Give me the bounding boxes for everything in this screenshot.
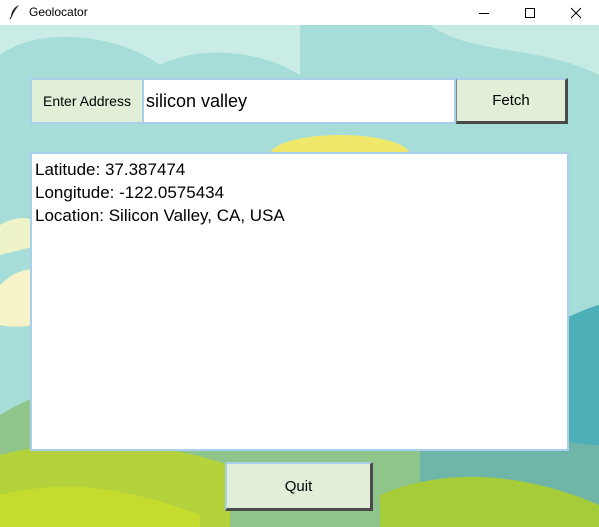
address-input[interactable] [142,78,456,124]
minimize-button[interactable] [461,0,507,25]
minimize-icon [479,12,489,14]
longitude-line: Longitude: -122.0575434 [35,183,225,202]
location-line: Location: Silicon Valley, CA, USA [35,206,285,225]
address-label: Enter Address [30,78,142,124]
quit-button[interactable]: Quit [225,462,373,511]
window-client: Enter Address Fetch Latitude: 37.387474 … [0,25,599,527]
maximize-icon [525,7,535,18]
close-button[interactable] [553,0,599,25]
feather-icon [9,5,19,20]
latitude-line: Latitude: 37.387474 [35,160,186,179]
result-textbox[interactable]: Latitude: 37.387474 Longitude: -122.0575… [30,152,569,451]
window-title: Geolocator [29,5,88,19]
title-bar: Geolocator [0,0,599,25]
fetch-button[interactable]: Fetch [456,78,568,124]
close-icon [570,7,582,18]
maximize-button[interactable] [507,0,553,25]
